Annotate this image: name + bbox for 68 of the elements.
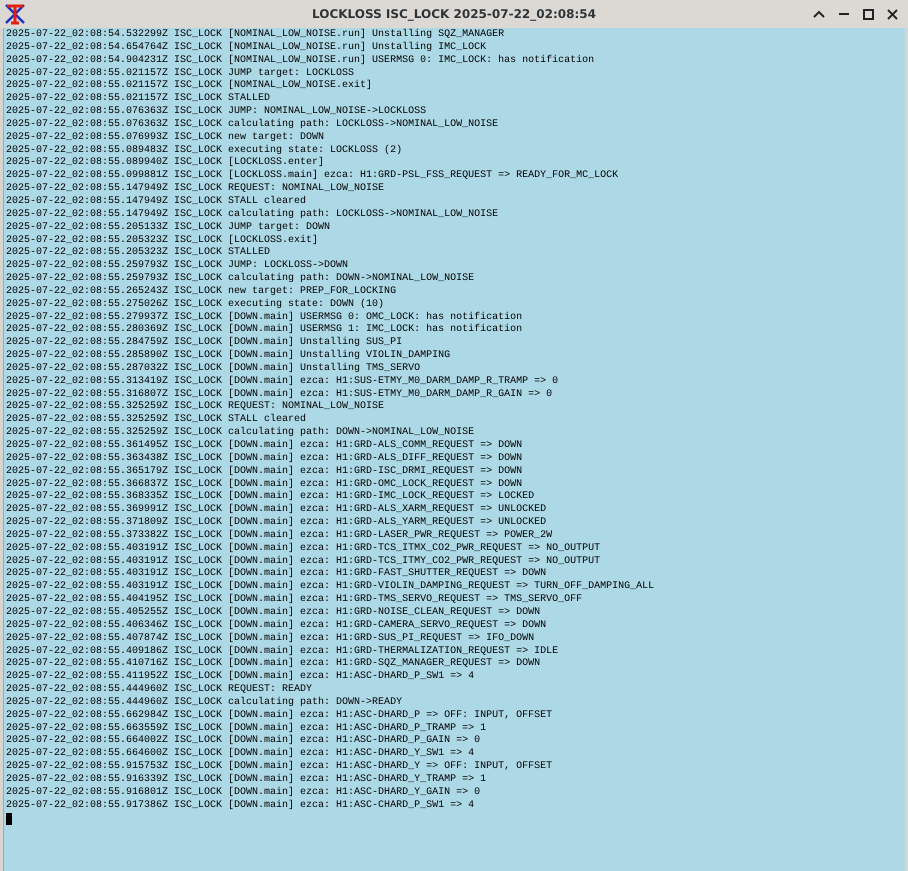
log-line: 2025-07-22_02:08:55.313419Z ISC_LOCK [DOWN.main] ezca: H1:SUS-ETMY_M0_DARM_DAMP_R_TRAMP => 0 bbox=[6, 376, 560, 388]
log-line: 2025-07-22_02:08:55.663559Z ISC_LOCK [DOWN.main] ezca: H1:ASC-DHARD_P_TRAMP => 1 bbox=[6, 722, 488, 734]
log-line: 2025-07-22_02:08:55.147949Z ISC_LOCK calculating path: LOCKLOSS->NOMINAL_LOW_NOISE bbox=[6, 208, 500, 222]
log-line: 2025-07-22_02:08:55.366837Z ISC_LOCK [DOWN.main] ezca: H1:GRD-OMC_LOCK_REQUEST => DOWN bbox=[6, 478, 524, 490]
log-line: 2025-07-22_02:08:55.662984Z ISC_LOCK [DOWN.main] ezca: H1:ASC-DHARD_P => OFF: INPUT, OFFSET bbox=[6, 710, 554, 722]
log-line: 2025-07-22_02:08:55.403191Z ISC_LOCK [DOWN.main] ezca: H1:GRD-TCS_ITMX_CO2_PWR_REQUEST => NO_OUTPUT bbox=[6, 542, 602, 556]
log-line: 2025-07-22_02:08:55.410716Z ISC_LOCK [DOWN.main] ezca: H1:GRD-SQZ_MANAGER_REQUEST => DOWN bbox=[6, 658, 542, 670]
log-line: 2025-07-22_02:08:54.904231Z ISC_LOCK [NOMINAL_LOW_NOISE.run] USERMSG 0: IMC_LOCK: has notification bbox=[6, 54, 596, 68]
log-line: 2025-07-22_02:08:55.287032Z ISC_LOCK [DOWN.main] Unstalling TMS_SERVO bbox=[6, 362, 422, 376]
app-icon bbox=[4, 3, 26, 25]
close-icon[interactable] bbox=[887, 8, 898, 20]
log-line: 2025-07-22_02:08:55.915753Z ISC_LOCK [DOWN.main] ezca: H1:ASC-DHARD_Y => OFF: INPUT, OFFSET bbox=[6, 761, 554, 774]
log-line: 2025-07-22_02:08:55.371809Z ISC_LOCK [DOWN.main] ezca: H1:GRD-ALS_YARM_REQUEST => UNLOCKED bbox=[6, 517, 548, 530]
log-line: 2025-07-22_02:08:55.361495Z ISC_LOCK [DOWN.main] ezca: H1:GRD-ALS_COMM_REQUEST => DOWN bbox=[6, 440, 524, 452]
log-line: 2025-07-22_02:08:55.259793Z ISC_LOCK calculating path: DOWN->NOMINAL_LOW_NOISE bbox=[6, 273, 476, 286]
log-line: 2025-07-22_02:08:55.275026Z ISC_LOCK executing state: DOWN (10) bbox=[6, 298, 386, 312]
log-line: 2025-07-22_02:08:55.279937Z ISC_LOCK [DOWN.main] USERMSG 0: OMC_LOCK: has notification bbox=[6, 312, 524, 324]
log-line: 2025-07-22_02:08:55.405255Z ISC_LOCK [DOWN.main] ezca: H1:GRD-NOISE_CLEAN_REQUEST => DOWN bbox=[6, 606, 542, 620]
log-line: 2025-07-22_02:08:55.407874Z ISC_LOCK [DOWN.main] ezca: H1:GRD-SUS_PI_REQUEST => IFO_DOWN bbox=[6, 632, 536, 646]
log-line: 2025-07-22_02:08:55.147949Z ISC_LOCK REQUEST: NOMINAL_LOW_NOISE bbox=[6, 183, 386, 196]
log-line: 2025-07-22_02:08:55.365179Z ISC_LOCK [DOWN.main] ezca: H1:GRD-ISC_DRMI_REQUEST => DOWN bbox=[6, 466, 524, 478]
window-title: LOCKLOSS ISC_LOCK 2025-07-22_02:08:54 bbox=[312, 7, 596, 21]
log-line: 2025-07-22_02:08:55.403191Z ISC_LOCK [DOWN.main] ezca: H1:GRD-FAST_SHUTTER_REQUEST => DOWN bbox=[6, 568, 548, 580]
log-line: 2025-07-22_02:08:55.444960Z ISC_LOCK REQUEST: READY bbox=[6, 684, 314, 696]
log-line: 2025-07-22_02:08:55.021157Z ISC_LOCK [NOMINAL_LOW_NOISE.exit] bbox=[6, 80, 374, 93]
log-line: 2025-07-22_02:08:55.076363Z ISC_LOCK JUMP: NOMINAL_LOW_NOISE->LOCKLOSS bbox=[6, 106, 428, 118]
log-line: 2025-07-22_02:08:55.916339Z ISC_LOCK [DOWN.main] ezca: H1:ASC-DHARD_Y_TRAMP => 1 bbox=[6, 774, 488, 786]
shade-icon[interactable] bbox=[813, 10, 825, 18]
log-line: 2025-07-22_02:08:55.205323Z ISC_LOCK STALLED bbox=[6, 247, 272, 260]
log-line: 2025-07-22_02:08:55.076993Z ISC_LOCK new target: DOWN bbox=[6, 132, 326, 144]
log-line: 2025-07-22_02:08:55.147949Z ISC_LOCK STALL cleared bbox=[6, 196, 308, 208]
log-line: 2025-07-22_02:08:55.089483Z ISC_LOCK executing state: LOCKLOSS (2) bbox=[6, 144, 404, 156]
log-line: 2025-07-22_02:08:54.532299Z ISC_LOCK [NOMINAL_LOW_NOISE.run] Unstalling SQZ_MANAGER bbox=[6, 29, 506, 42]
log-line: 2025-07-22_02:08:55.444960Z ISC_LOCK calculating path: DOWN->READY bbox=[6, 696, 404, 710]
log-line: 2025-07-22_02:08:55.411952Z ISC_LOCK [DOWN.main] ezca: H1:ASC-DHARD_P_SW1 => 4 bbox=[6, 671, 476, 684]
log-line: 2025-07-22_02:08:55.664002Z ISC_LOCK [DOWN.main] ezca: H1:ASC-DHARD_P_GAIN => 0 bbox=[6, 735, 482, 748]
log-line: 2025-07-22_02:08:55.369991Z ISC_LOCK [DOWN.main] ezca: H1:GRD-ALS_XARM_REQUEST => UNLOCKED bbox=[6, 504, 548, 516]
minimize-icon[interactable] bbox=[838, 12, 850, 16]
log-line: 2025-07-22_02:08:55.259793Z ISC_LOCK JUMP: LOCKLOSS->DOWN bbox=[6, 260, 350, 272]
log-line: 2025-07-22_02:08:55.404195Z ISC_LOCK [DOWN.main] ezca: H1:GRD-TMS_SERVO_REQUEST => TMS_SERVO_OFF bbox=[6, 594, 584, 606]
log-line: 2025-07-22_02:08:55.325259Z ISC_LOCK STALL cleared bbox=[6, 414, 308, 426]
log-line: 2025-07-22_02:08:55.285890Z ISC_LOCK [DOWN.main] Unstalling VIOLIN_DAMPING bbox=[6, 350, 452, 362]
log-line: 2025-07-22_02:08:55.205323Z ISC_LOCK [LOCKLOSS.exit] bbox=[6, 234, 320, 247]
log-line: 2025-07-22_02:08:54.654764Z ISC_LOCK [NOMINAL_LOW_NOISE.run] Unstalling IMC_LOCK bbox=[6, 42, 488, 54]
log-line: 2025-07-22_02:08:55.205133Z ISC_LOCK JUMP target: DOWN bbox=[6, 222, 332, 234]
log-line: 2025-07-22_02:08:55.099881Z ISC_LOCK [LOCKLOSS.main] ezca: H1:GRD-PSL_FSS_REQUEST => READY_FOR_MC_LOCK bbox=[6, 170, 620, 183]
log-line: 2025-07-22_02:08:55.664600Z ISC_LOCK [DOWN.main] ezca: H1:ASC-DHARD_Y_SW1 => 4 bbox=[6, 748, 476, 760]
log-line: 2025-07-22_02:08:55.089940Z ISC_LOCK [LOCKLOSS.enter] bbox=[6, 157, 326, 170]
log-line: 2025-07-22_02:08:55.021157Z ISC_LOCK STALLED bbox=[6, 93, 272, 106]
log-line: 2025-07-22_02:08:55.325259Z ISC_LOCK calculating path: DOWN->NOMINAL_LOW_NOISE bbox=[6, 427, 476, 440]
log-line: 2025-07-22_02:08:55.409186Z ISC_LOCK [DOWN.main] ezca: H1:GRD-THERMALIZATION_REQUEST => IDLE bbox=[6, 646, 560, 658]
maximize-icon[interactable] bbox=[863, 8, 874, 20]
log-line: 2025-07-22_02:08:55.403191Z ISC_LOCK [DOWN.main] ezca: H1:GRD-VIOLIN_DAMPING_REQUEST => TURN_OFF_DAMPING_ALL bbox=[6, 581, 656, 594]
log-line: 2025-07-22_02:08:55.280369Z ISC_LOCK [DOWN.main] USERMSG 1: IMC_LOCK: has notification bbox=[6, 324, 524, 336]
log-line: 2025-07-22_02:08:55.373382Z ISC_LOCK [DOWN.main] ezca: H1:GRD-LASER_PWR_REQUEST => POWER_2W bbox=[6, 530, 554, 542]
log-line: 2025-07-22_02:08:55.917386Z ISC_LOCK [DOWN.main] ezca: H1:ASC-CHARD_P_SW1 => 4 bbox=[6, 800, 476, 812]
log-line: 2025-07-22_02:08:55.316807Z ISC_LOCK [DOWN.main] ezca: H1:SUS-ETMY_M0_DARM_DAMP_R_GAIN => 0 bbox=[6, 388, 554, 401]
log-line: 2025-07-22_02:08:55.916801Z ISC_LOCK [DOWN.main] ezca: H1:ASC-DHARD_Y_GAIN => 0 bbox=[6, 786, 482, 800]
log-line: 2025-07-22_02:08:55.325259Z ISC_LOCK REQUEST: NOMINAL_LOW_NOISE bbox=[6, 401, 386, 414]
log-line: 2025-07-22_02:08:55.363438Z ISC_LOCK [DOWN.main] ezca: H1:GRD-ALS_DIFF_REQUEST => DOWN bbox=[6, 452, 524, 466]
log-line: 2025-07-22_02:08:55.076363Z ISC_LOCK calculating path: LOCKLOSS->NOMINAL_LOW_NOISE bbox=[6, 118, 500, 132]
log-line: 2025-07-22_02:08:55.406346Z ISC_LOCK [DOWN.main] ezca: H1:GRD-CAMERA_SERVO_REQUEST => DOWN bbox=[6, 620, 548, 632]
log-line: 2025-07-22_02:08:55.265243Z ISC_LOCK new target: PREP_FOR_LOCKING bbox=[6, 286, 398, 298]
log-line: 2025-07-22_02:08:55.403191Z ISC_LOCK [DOWN.main] ezca: H1:GRD-TCS_ITMY_CO2_PWR_REQUEST => NO_OUTPUT bbox=[6, 556, 602, 568]
log-line: 2025-07-22_02:08:55.368335Z ISC_LOCK [DOWN.main] ezca: H1:GRD-IMC_LOCK_REQUEST => LOCKED bbox=[6, 491, 536, 504]
log-line: 2025-07-22_02:08:55.021157Z ISC_LOCK JUMP target: LOCKLOSS bbox=[6, 68, 356, 80]
log-line: 2025-07-22_02:08:55.284759Z ISC_LOCK [DOWN.main] Unstalling SUS_PI bbox=[6, 337, 404, 350]
text-cursor-icon bbox=[6, 813, 12, 826]
